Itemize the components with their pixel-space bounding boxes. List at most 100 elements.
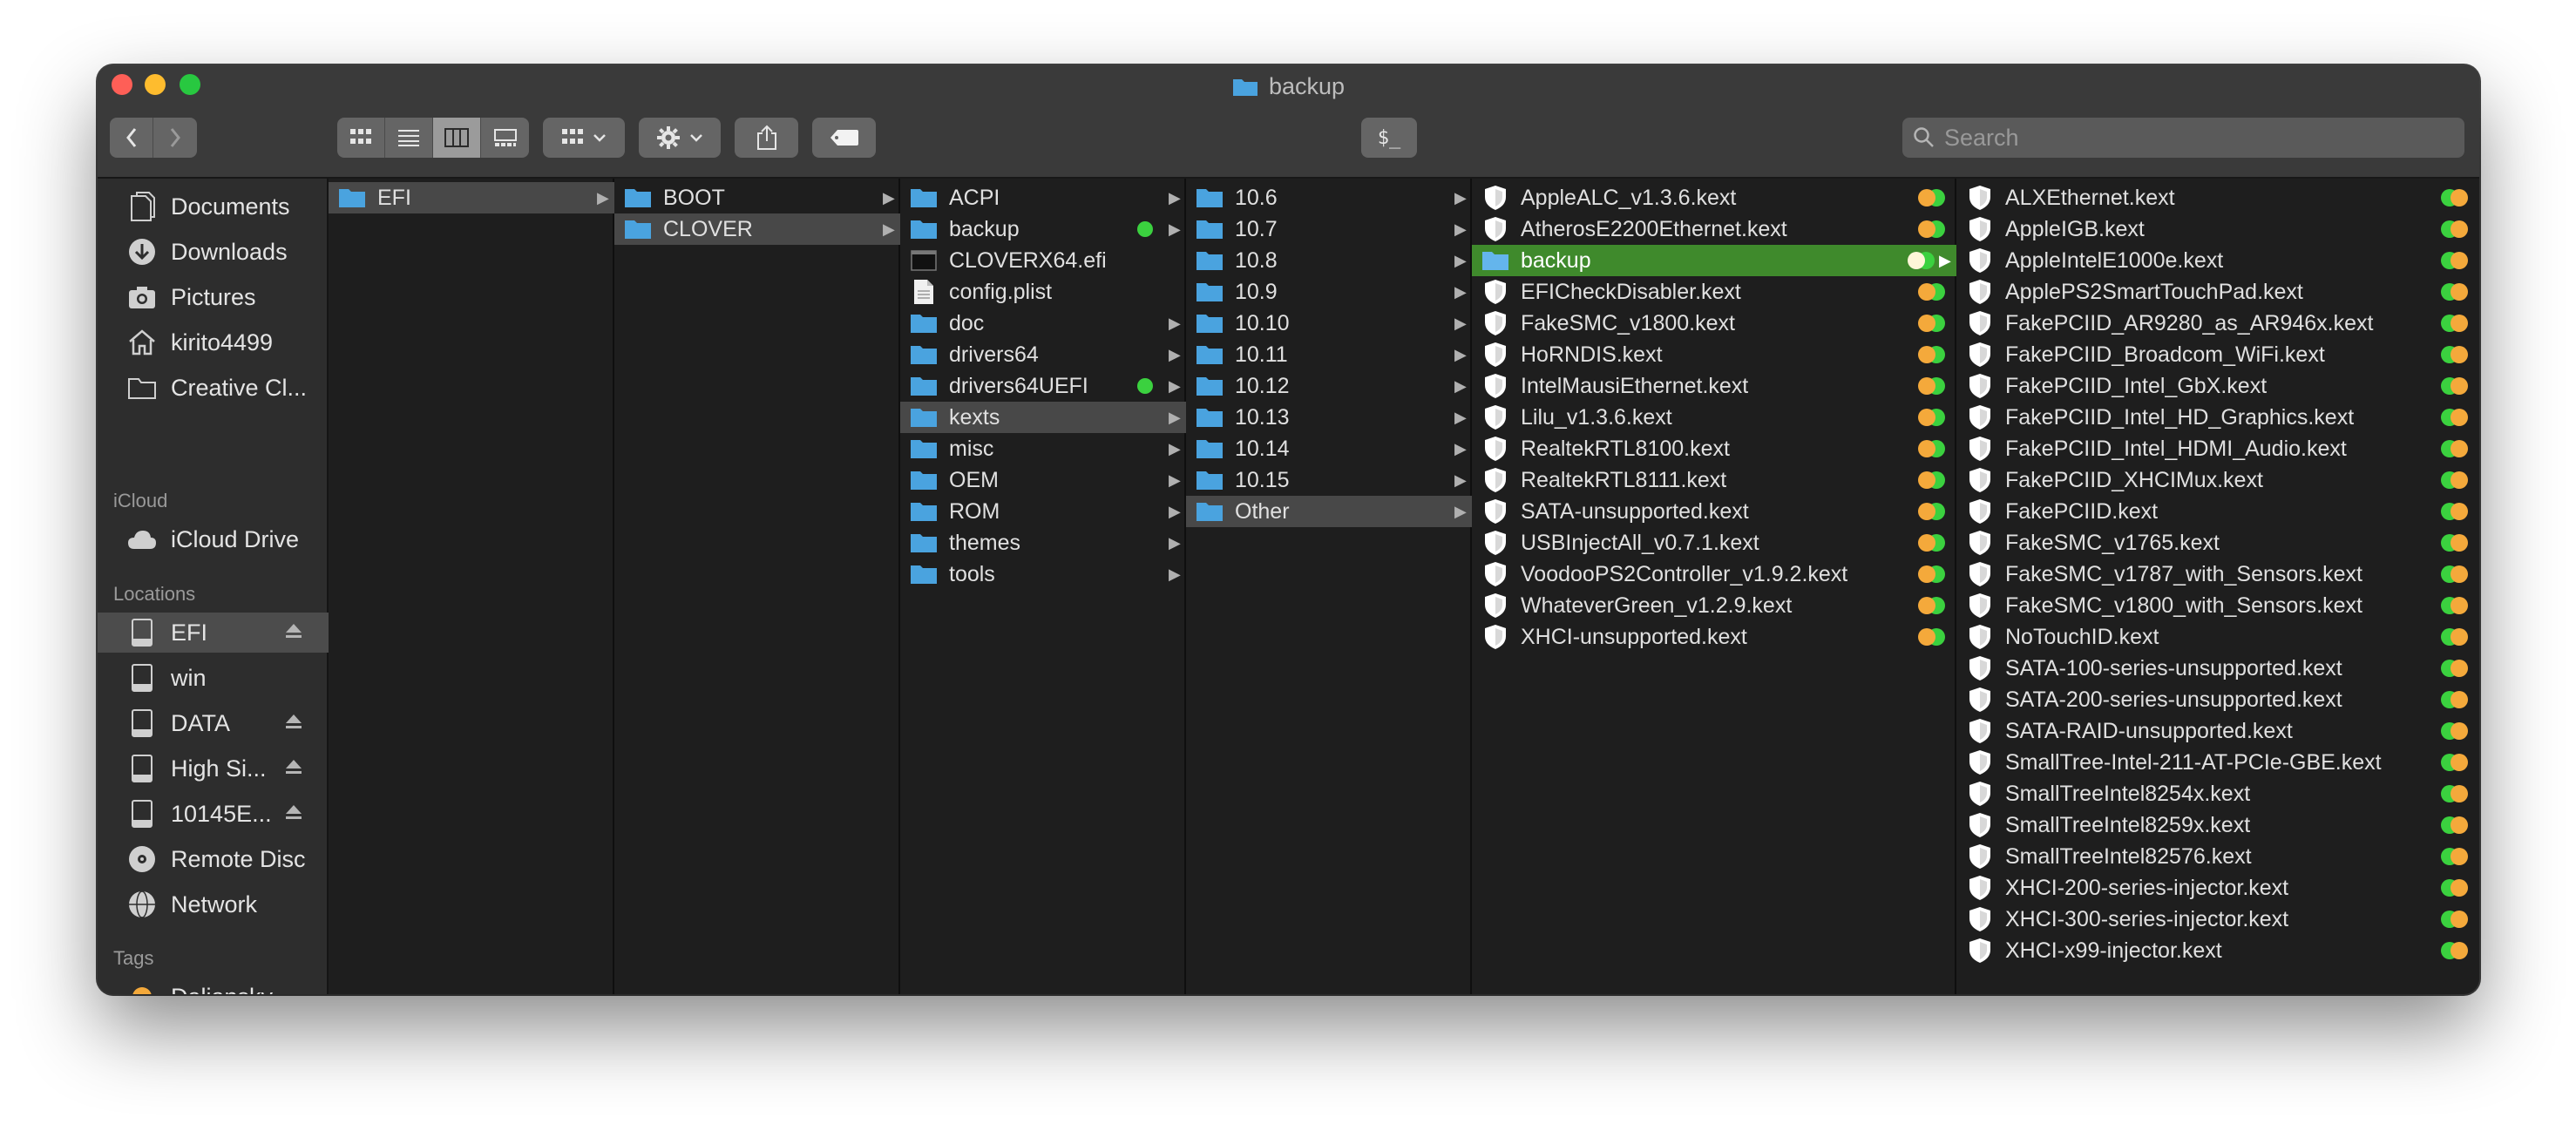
eject-icon[interactable] [285,802,302,825]
folder-row[interactable]: 10.7 ▶ [1186,213,1472,245]
open-terminal-button[interactable]: $_ [1361,118,1417,158]
icon-view-button[interactable] [337,118,385,158]
sidebar-item-network[interactable]: Network [98,884,329,924]
file-row[interactable]: SmallTreeIntel82576.kext [1956,841,2479,872]
folder-row[interactable]: tools ▶ [900,559,1186,590]
file-row[interactable]: FakePCIID_Intel_HD_Graphics.kext [1956,402,2479,433]
folder-row[interactable]: 10.9 ▶ [1186,276,1472,308]
file-row[interactable]: RealtekRTL8100.kext [1472,433,1956,464]
file-row[interactable]: FakePCIID_Intel_HDMI_Audio.kext [1956,433,2479,464]
file-row[interactable]: EFICheckDisabler.kext [1472,276,1956,308]
folder-row[interactable]: backup ▶ [1472,245,1956,276]
back-button[interactable] [110,118,153,158]
folder-row[interactable]: 10.8 ▶ [1186,245,1472,276]
file-row[interactable]: HoRNDIS.kext [1472,339,1956,370]
gallery-view-button[interactable] [481,118,529,158]
file-row[interactable]: XHCI-unsupported.kext [1472,621,1956,653]
folder-row[interactable]: CLOVER ▶ [614,213,900,245]
folder-row[interactable]: kexts ▶ [900,402,1186,433]
folder-row[interactable]: backup ▶ [900,213,1186,245]
folder-row[interactable]: 10.6 ▶ [1186,182,1472,213]
tags-button[interactable] [812,118,876,158]
file-row[interactable]: CLOVERX64.efi [900,245,1186,276]
sidebar-item-remote-disc[interactable]: Remote Disc [98,839,329,879]
file-row[interactable]: XHCI-200-series-injector.kext [1956,872,2479,904]
group-by-button[interactable] [543,118,625,158]
file-row[interactable]: SATA-100-series-unsupported.kext [1956,653,2479,684]
sidebar-item-daliansky[interactable]: Daliansky [98,977,329,994]
folder-row[interactable]: OEM ▶ [900,464,1186,496]
search-input[interactable] [1944,124,2432,152]
folder-row[interactable]: EFI ▶ [329,182,614,213]
folder-row[interactable]: 10.13 ▶ [1186,402,1472,433]
file-row[interactable]: SATA-RAID-unsupported.kext [1956,715,2479,747]
sidebar-item-efi[interactable]: EFI [98,613,329,653]
folder-row[interactable]: 10.14 ▶ [1186,433,1472,464]
search-field[interactable] [1902,118,2464,158]
file-row[interactable]: SATA-unsupported.kext [1472,496,1956,527]
folder-row[interactable]: 10.15 ▶ [1186,464,1472,496]
sidebar-item-10145e[interactable]: 10145E... [98,794,329,834]
file-row[interactable]: NoTouchID.kext [1956,621,2479,653]
folder-row[interactable]: ACPI ▶ [900,182,1186,213]
file-row[interactable]: FakePCIID_AR9280_as_AR946x.kext [1956,308,2479,339]
file-row[interactable]: AppleIGB.kext [1956,213,2479,245]
file-row[interactable]: AppleALC_v1.3.6.kext [1472,182,1956,213]
sidebar-item-win[interactable]: win [98,658,329,698]
file-row[interactable]: Lilu_v1.3.6.kext [1472,402,1956,433]
file-row[interactable]: FakePCIID_Intel_GbX.kext [1956,370,2479,402]
forward-button[interactable] [153,118,197,158]
file-row[interactable]: WhateverGreen_v1.2.9.kext [1472,590,1956,621]
column-view-button[interactable] [433,118,481,158]
folder-row[interactable]: doc ▶ [900,308,1186,339]
eject-icon[interactable] [285,621,302,644]
file-row[interactable]: SmallTreeIntel8254x.kext [1956,778,2479,809]
file-row[interactable]: VoodooPS2Controller_v1.9.2.kext [1472,559,1956,590]
sidebar-item-documents[interactable]: Documents [98,186,329,227]
file-row[interactable]: ApplePS2SmartTouchPad.kext [1956,276,2479,308]
file-row[interactable]: XHCI-x99-injector.kext [1956,935,2479,966]
file-row[interactable]: RealtekRTL8111.kext [1472,464,1956,496]
file-row[interactable]: FakeSMC_v1765.kext [1956,527,2479,559]
file-row[interactable]: USBInjectAll_v0.7.1.kext [1472,527,1956,559]
file-row[interactable]: AppleIntelE1000e.kext [1956,245,2479,276]
folder-row[interactable]: BOOT ▶ [614,182,900,213]
folder-row[interactable]: ROM ▶ [900,496,1186,527]
action-menu-button[interactable] [639,118,721,158]
folder-row[interactable]: drivers64 ▶ [900,339,1186,370]
share-button[interactable] [735,118,798,158]
sidebar-item-data[interactable]: DATA [98,703,329,743]
file-row[interactable]: ALXEthernet.kext [1956,182,2479,213]
file-row[interactable]: SATA-200-series-unsupported.kext [1956,684,2479,715]
file-row[interactable]: SmallTreeIntel8259x.kext [1956,809,2479,841]
file-row[interactable]: FakeSMC_v1787_with_Sensors.kext [1956,559,2479,590]
file-row[interactable]: XHCI-300-series-injector.kext [1956,904,2479,935]
sidebar-item-kirito4499[interactable]: kirito4499 [98,322,329,362]
file-row[interactable]: FakeSMC_v1800_with_Sensors.kext [1956,590,2479,621]
sidebar-item-high-si[interactable]: High Si... [98,748,329,789]
folder-row[interactable]: drivers64UEFI ▶ [900,370,1186,402]
eject-icon[interactable] [285,712,302,735]
file-row[interactable]: FakeSMC_v1800.kext [1472,308,1956,339]
list-view-button[interactable] [385,118,433,158]
file-row[interactable]: IntelMausiEthernet.kext [1472,370,1956,402]
chevron-down-icon [593,134,606,142]
file-row[interactable]: config.plist [900,276,1186,308]
file-row[interactable]: FakePCIID_Broadcom_WiFi.kext [1956,339,2479,370]
document-icon [909,279,939,305]
sidebar-item-icloud-drive[interactable]: iCloud Drive [98,519,329,559]
folder-row[interactable]: 10.12 ▶ [1186,370,1472,402]
file-row[interactable]: SmallTree-Intel-211-AT-PCIe-GBE.kext [1956,747,2479,778]
folder-row[interactable]: misc ▶ [900,433,1186,464]
file-row[interactable]: FakePCIID.kext [1956,496,2479,527]
folder-row[interactable]: Other ▶ [1186,496,1472,527]
eject-icon[interactable] [285,757,302,780]
folder-row[interactable]: 10.11 ▶ [1186,339,1472,370]
sidebar-item-pictures[interactable]: Pictures [98,277,329,317]
folder-row[interactable]: 10.10 ▶ [1186,308,1472,339]
sidebar-item-downloads[interactable]: Downloads [98,232,329,272]
folder-row[interactable]: themes ▶ [900,527,1186,559]
sidebar-item-creative-cl[interactable]: Creative Cl... [98,368,329,408]
file-row[interactable]: AtherosE2200Ethernet.kext [1472,213,1956,245]
file-row[interactable]: FakePCIID_XHCIMux.kext [1956,464,2479,496]
